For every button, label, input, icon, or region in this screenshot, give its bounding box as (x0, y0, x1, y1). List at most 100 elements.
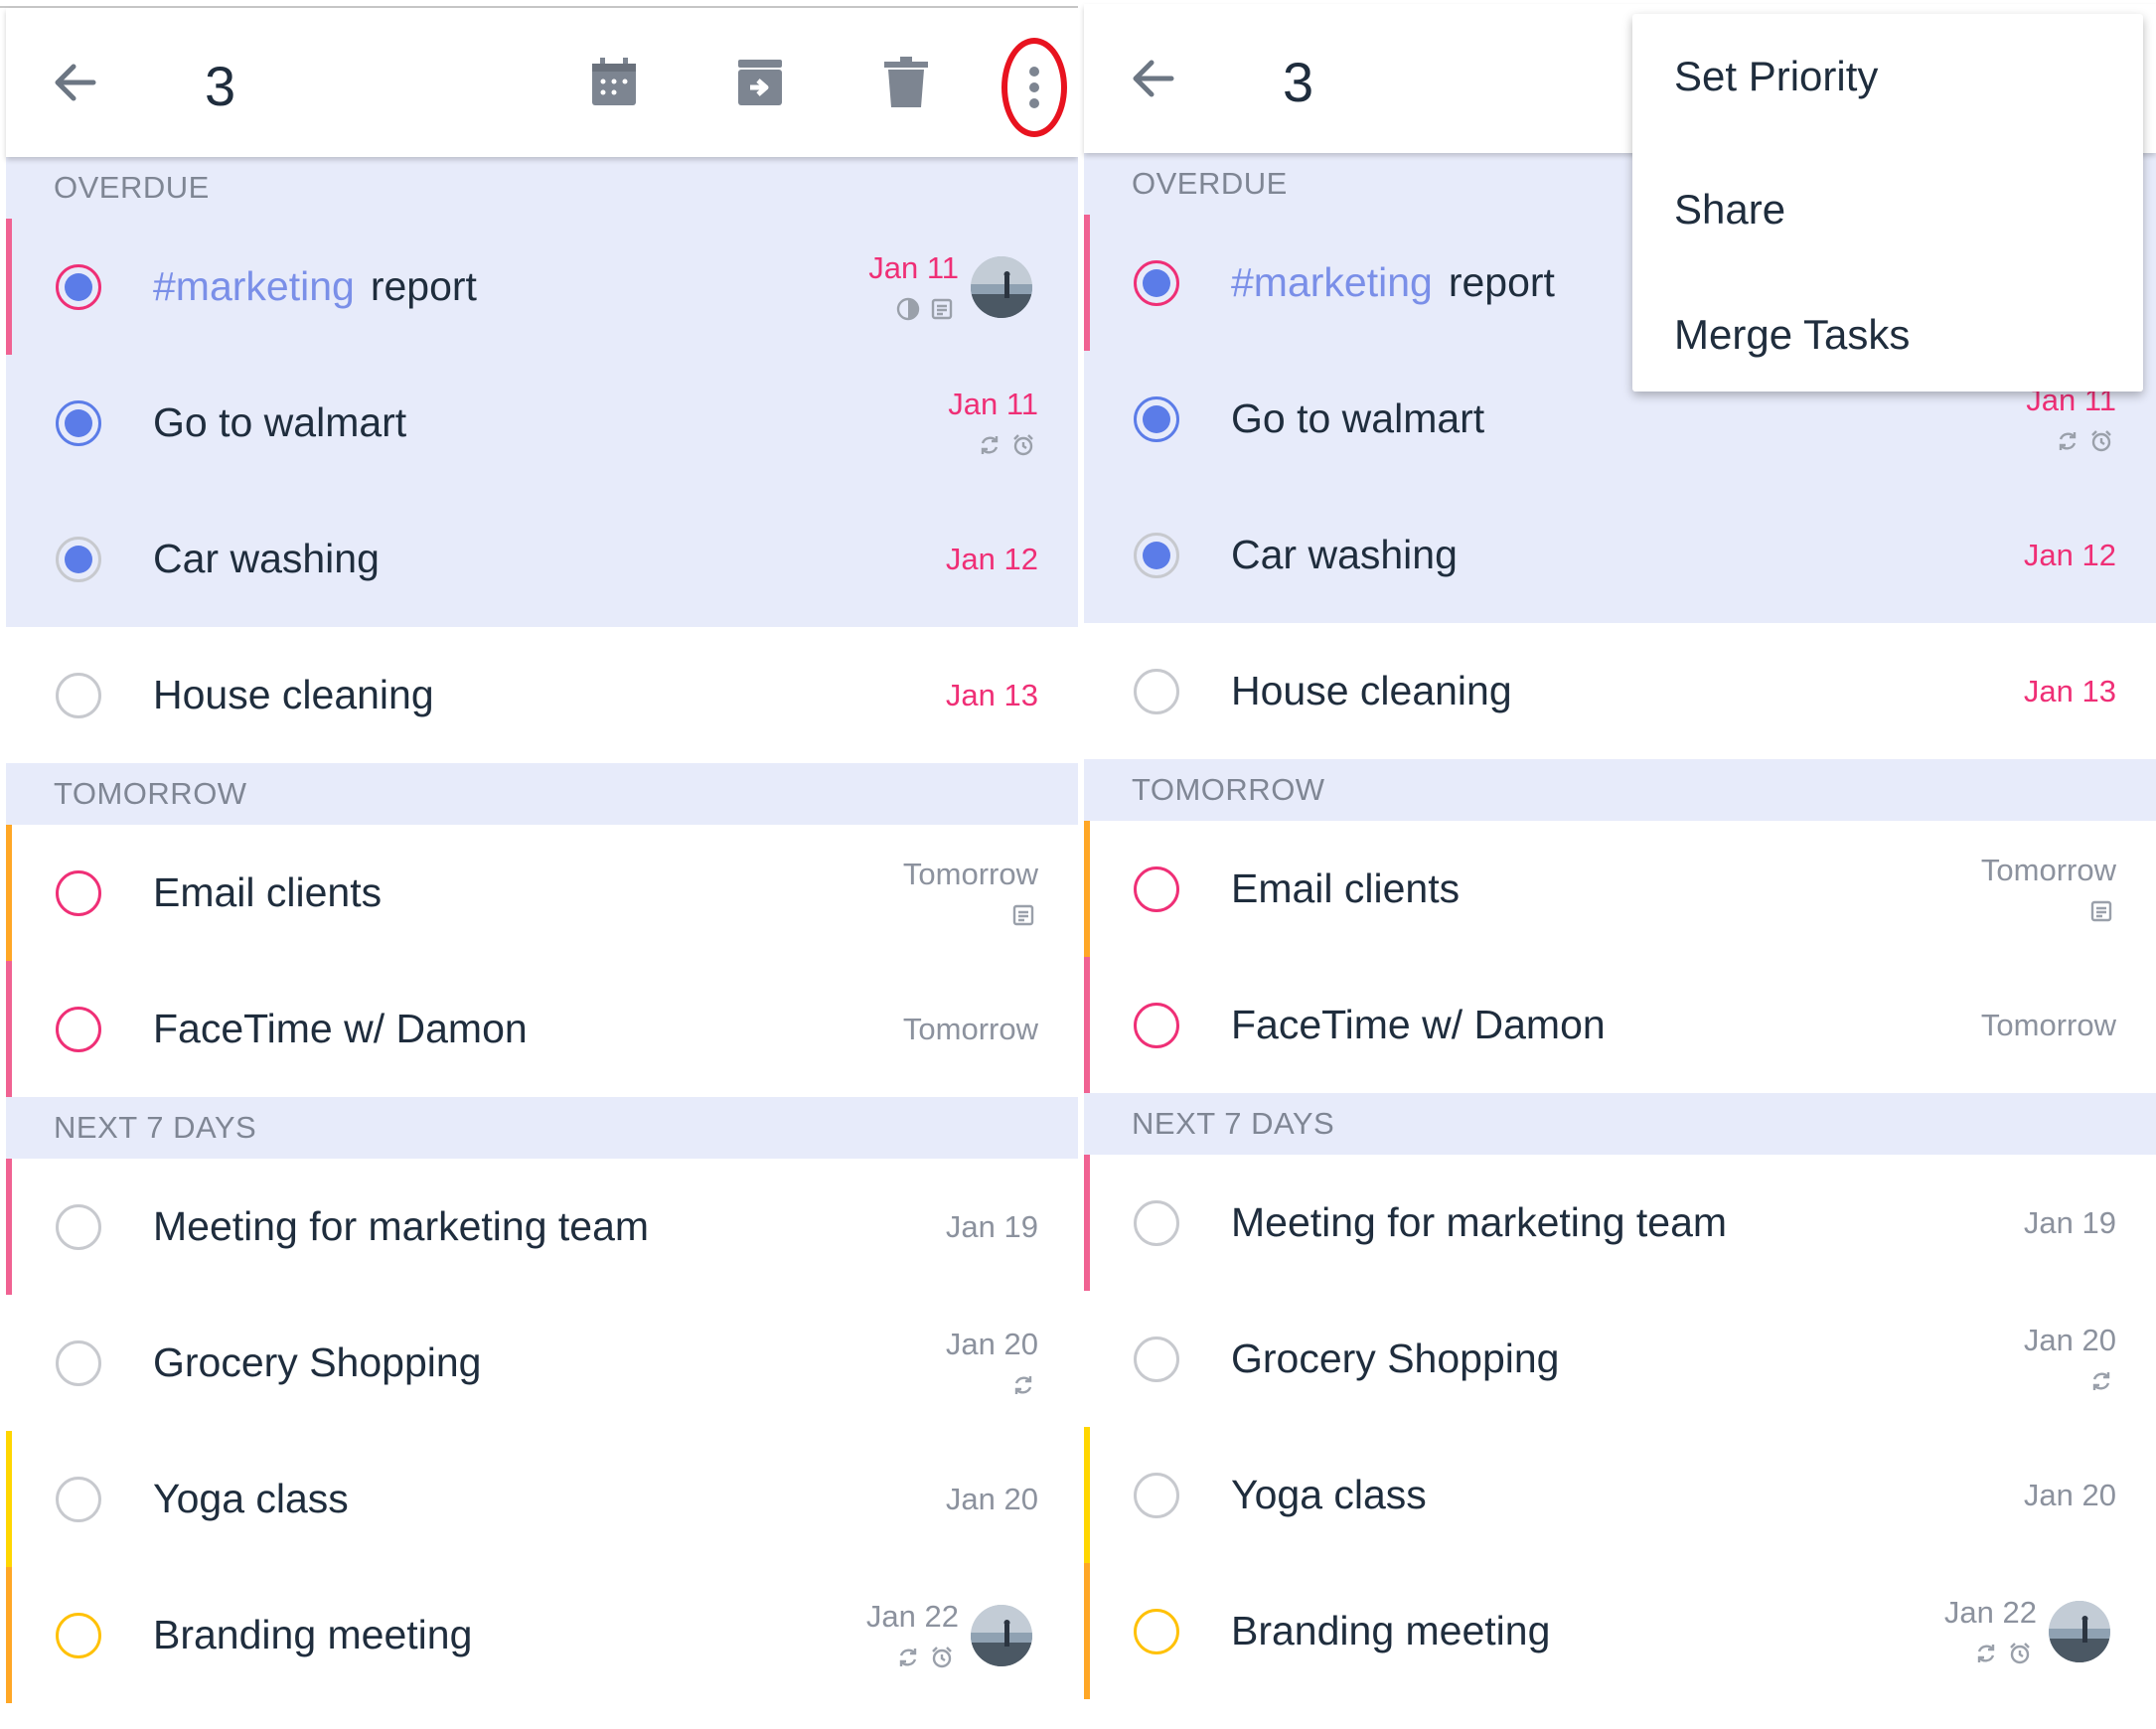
task-date: Jan 12 (945, 542, 1038, 576)
task-checkbox[interactable] (1134, 669, 1179, 714)
task-date: Jan 19 (945, 1209, 1038, 1244)
more-options-button[interactable] (1001, 38, 1067, 137)
task-row[interactable]: House cleaning Jan 13 (1084, 623, 2156, 759)
section-header-next7: NEXT 7 DAYS (6, 1097, 1078, 1159)
priority-bar (6, 1159, 12, 1295)
task-title-text: Branding meeting (1231, 1608, 1551, 1653)
task-title: Go to walmart (1231, 351, 1484, 487)
task-row[interactable]: FaceTime w/ Damon Tomorrow (6, 961, 1078, 1097)
alarm-icon (2010, 1643, 2030, 1664)
task-row[interactable]: Yoga class Jan 20 (6, 1431, 1078, 1567)
task-title-text: Branding meeting (153, 1612, 473, 1657)
task-title: FaceTime w/ Damon (153, 961, 528, 1097)
task-checkbox[interactable] (1134, 1473, 1179, 1518)
task-row[interactable]: Branding meeting Jan 22 (1084, 1563, 2156, 1699)
task-row[interactable]: Grocery Shopping Jan 20 (1084, 1291, 2156, 1427)
menu-item-merge-tasks[interactable]: Merge Tasks (1632, 272, 2143, 397)
task-checkbox[interactable] (56, 1204, 101, 1250)
task-checkbox[interactable] (1134, 533, 1179, 578)
task-checkbox[interactable] (1134, 260, 1179, 306)
task-date: Tomorrow (1980, 853, 2116, 887)
selected-dot (1143, 405, 1170, 433)
task-row[interactable]: House cleaning Jan 13 (6, 627, 1078, 763)
task-checkbox[interactable] (1134, 866, 1179, 912)
task-checkbox[interactable] (1134, 1609, 1179, 1654)
task-checkbox[interactable] (1134, 1003, 1179, 1048)
task-title: #marketing report (153, 219, 477, 355)
task-row[interactable]: Grocery Shopping Jan 20 (6, 1295, 1078, 1431)
task-row[interactable]: Email clients Tomorrow (6, 825, 1078, 961)
task-tag[interactable]: #marketing (1231, 259, 1433, 305)
task-row[interactable]: Meeting for marketing team Jan 19 (1084, 1155, 2156, 1291)
task-checkbox[interactable] (56, 1477, 101, 1522)
priority-bar (1084, 215, 1090, 351)
back-arrow-icon[interactable] (1124, 49, 1183, 108)
priority-bar (6, 961, 12, 1097)
task-row[interactable]: Go to walmart Jan 11 (6, 355, 1078, 491)
task-row[interactable]: Email clients Tomorrow (1084, 821, 2156, 957)
overflow-menu: Set Priority Share Merge Tasks (1632, 14, 2143, 392)
task-title: Grocery Shopping (153, 1295, 481, 1431)
task-title-text: Grocery Shopping (1231, 1336, 1560, 1381)
task-checkbox[interactable] (56, 537, 101, 582)
task-date: Jan 13 (945, 678, 1038, 712)
task-row[interactable]: #marketing report Jan 11 (6, 219, 1078, 355)
calendar-icon[interactable] (586, 54, 642, 111)
task-title: House cleaning (1231, 623, 1512, 759)
menu-item-share[interactable]: Share (1632, 147, 2143, 272)
priority-bar (6, 825, 12, 961)
task-title-text: Meeting for marketing team (153, 1203, 650, 1249)
task-row[interactable]: Branding meeting Jan 22 (6, 1567, 1078, 1703)
section-header-tomorrow: TOMORROW (1084, 759, 2156, 821)
task-title-text: Go to walmart (1231, 395, 1485, 441)
repeat-icon (2092, 1372, 2110, 1390)
task-checkbox[interactable] (1134, 396, 1179, 442)
task-checkbox[interactable] (1134, 1200, 1179, 1246)
task-title: #marketing report (1231, 215, 1555, 351)
task-checkbox[interactable] (56, 673, 101, 718)
task-title-text: FaceTime w/ Damon (153, 1006, 528, 1051)
task-title: Email clients (1231, 821, 1460, 957)
task-checkbox[interactable] (1134, 1336, 1179, 1382)
task-checkbox[interactable] (56, 1613, 101, 1658)
progress-icon (896, 297, 920, 321)
task-tag[interactable]: #marketing (153, 263, 355, 309)
back-arrow-icon[interactable] (46, 53, 105, 112)
task-title: Yoga class (1231, 1427, 1427, 1563)
task-row[interactable]: Car washing Jan 12 (6, 491, 1078, 627)
task-title-text: Car washing (153, 536, 380, 581)
task-date: Tomorrow (902, 857, 1038, 891)
task-date: Jan 22 (865, 1599, 959, 1634)
task-title: House cleaning (153, 627, 434, 763)
task-title-text: House cleaning (1231, 668, 1512, 713)
task-checkbox[interactable] (56, 1007, 101, 1052)
selected-dot (65, 546, 92, 573)
section-header-tomorrow: TOMORROW (6, 763, 1078, 825)
task-checkbox[interactable] (56, 400, 101, 446)
task-title-text: House cleaning (153, 672, 434, 717)
move-to-icon[interactable] (732, 54, 788, 111)
menu-item-set-priority[interactable]: Set Priority (1632, 22, 2143, 147)
section-header-next7: NEXT 7 DAYS (1084, 1093, 2156, 1155)
selected-dot (1143, 269, 1170, 297)
priority-bar (1084, 821, 1090, 957)
task-checkbox[interactable] (56, 870, 101, 916)
task-row[interactable]: Meeting for marketing team Jan 19 (6, 1159, 1078, 1295)
selected-dot (65, 273, 92, 301)
task-date: Jan 20 (2023, 1323, 2116, 1357)
task-row[interactable]: FaceTime w/ Damon Tomorrow (1084, 957, 2156, 1093)
task-title: Car washing (153, 491, 380, 627)
task-checkbox[interactable] (56, 1340, 101, 1386)
priority-bar (1084, 1155, 1090, 1291)
alarm-icon (2091, 430, 2111, 452)
task-title-text: Yoga class (1231, 1472, 1427, 1517)
task-row[interactable]: Car washing Jan 12 (1084, 487, 2156, 623)
task-date: Jan 20 (945, 1482, 1038, 1516)
task-list: OVERDUE#marketingreportJan 11Go to walma… (6, 157, 1078, 1703)
priority-bar (1084, 957, 1090, 1093)
task-checkbox[interactable] (56, 264, 101, 310)
trash-icon[interactable] (878, 54, 934, 111)
section-header-overdue: OVERDUE (6, 157, 1078, 219)
highlight-ring (1001, 38, 1067, 137)
task-row[interactable]: Yoga class Jan 20 (1084, 1427, 2156, 1563)
